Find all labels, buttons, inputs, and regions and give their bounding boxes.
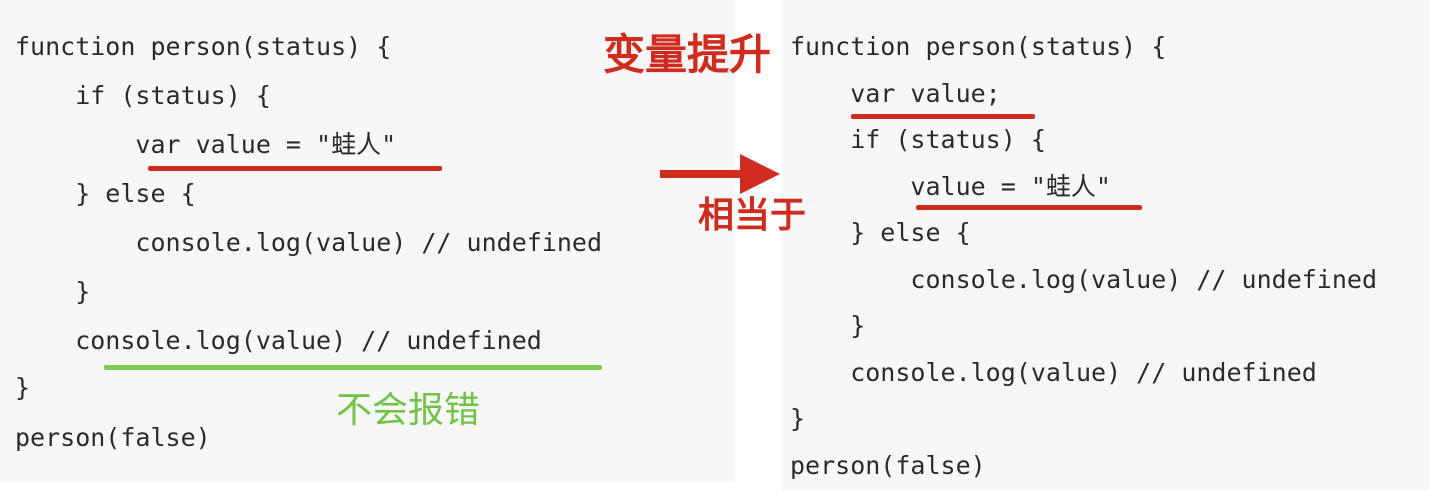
left-code-line-9: person(false): [15, 423, 211, 452]
right-code-panel: function person(status) { var value; if …: [782, 0, 1430, 490]
right-code-line-10: person(false): [790, 451, 986, 480]
right-code-line-7: }: [790, 311, 866, 340]
hoisted-var-underline: [851, 114, 1035, 119]
equivalent-label: 相当于: [698, 195, 807, 236]
left-code-line-3: var value = "蛙人": [15, 130, 397, 159]
left-code-line-8: }: [15, 373, 31, 402]
left-code-line-2: if (status) {: [15, 81, 271, 110]
left-code-line-7: console.log(value) // undefined: [15, 326, 542, 355]
right-code-line-4: value = "蛙人": [790, 172, 1111, 201]
right-code-line-8: console.log(value) // undefined: [790, 358, 1317, 387]
arrow-right-icon: [660, 154, 780, 194]
right-code-line-3: if (status) {: [790, 125, 1046, 154]
right-code-line-6: console.log(value) // undefined: [790, 265, 1377, 294]
left-code-line-6: }: [15, 277, 91, 306]
console-log-underline: [104, 365, 602, 370]
var-declaration-underline: [148, 166, 442, 171]
hoisting-title: 变量提升: [603, 30, 772, 79]
left-code-line-4: } else {: [15, 179, 196, 208]
left-code-line-1: function person(status) {: [15, 32, 392, 61]
assignment-underline: [916, 205, 1142, 210]
no-error-label: 不会报错: [336, 390, 481, 431]
right-code-line-2: var value;: [790, 79, 1001, 108]
right-code-line-5: } else {: [790, 218, 971, 247]
left-code-line-5: console.log(value) // undefined: [15, 228, 602, 257]
right-code-line-9: }: [790, 404, 806, 433]
right-code-line-1: function person(status) {: [790, 32, 1167, 61]
